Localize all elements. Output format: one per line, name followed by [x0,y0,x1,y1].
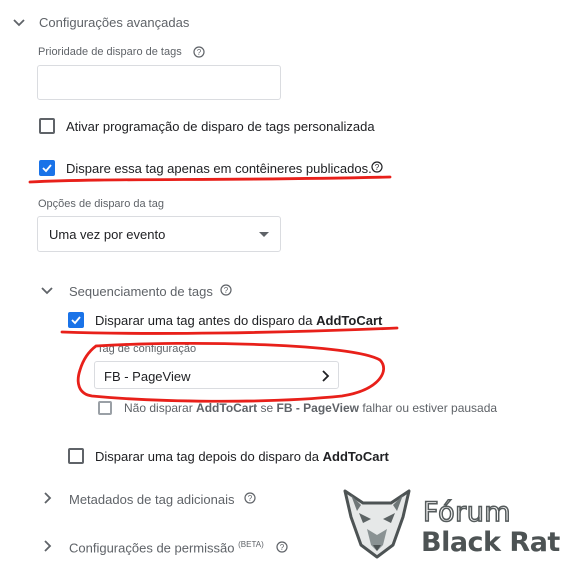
annotation-underline [60,326,399,335]
svg-text:?: ? [248,494,253,503]
help-icon[interactable]: ? [244,492,256,504]
dont-fire-text-3: falhar ou estiver pausada [358,401,498,415]
svg-text:?: ? [224,286,229,295]
rat-logo-icon [343,489,411,559]
dont-fire-setup: FB - PageView [276,401,359,415]
watermark-line-2: Black Rat [421,527,560,558]
chevron-down-icon[interactable] [12,16,26,30]
firing-options-select[interactable]: Uma vez por evento [37,216,281,252]
permission-settings-label: Configurações de permissão [69,540,235,556]
custom-schedule-label: Ativar programação de disparo de tags pe… [66,119,375,134]
svg-text:?: ? [375,163,380,172]
additional-metadata-title[interactable]: Metadados de tag adicionais [69,492,235,507]
dropdown-arrow-icon [259,232,269,237]
dont-fire-text-2: se [257,401,277,415]
priority-input[interactable] [37,65,281,100]
help-icon[interactable]: ? [220,284,232,296]
chevron-right-icon[interactable] [41,491,55,505]
chevron-down-icon[interactable] [40,284,54,298]
annotation-underline [28,175,392,184]
firing-option-selected: Uma vez por evento [49,227,166,242]
watermark-line-1: Fórum [422,496,512,529]
fire-after-checkbox[interactable] [68,448,84,464]
chevron-right-icon[interactable] [41,539,55,553]
tag-sequencing-title[interactable]: Sequenciamento de tags [69,284,213,299]
fire-after-prefix: Disparar uma tag depois do disparo da [95,449,323,464]
help-icon[interactable]: ? [371,161,383,173]
annotation-circle [76,341,386,403]
firing-options-label: Opções de disparo da tag [38,198,164,210]
fire-after-label: Disparar uma tag depois do disparo da Ad… [95,449,389,464]
dont-fire-label: Não disparar AddToCart se FB - PageView … [124,401,497,415]
advanced-settings-title[interactable]: Configurações avançadas [39,15,189,30]
svg-text:?: ? [280,543,285,552]
fire-after-tag: AddToCart [322,449,389,464]
beta-badge: (BETA) [238,540,264,549]
priority-label: Prioridade de disparo de tags [38,46,182,58]
custom-schedule-checkbox[interactable] [39,118,55,134]
svg-text:?: ? [197,48,202,57]
permission-settings-title[interactable]: Configurações de permissão (BETA) [69,540,264,555]
help-icon[interactable]: ? [193,46,205,58]
dont-fire-tag: AddToCart [196,401,258,415]
help-icon[interactable]: ? [276,541,288,553]
dont-fire-text-1: Não disparar [124,401,197,415]
dont-fire-checkbox[interactable] [98,401,112,415]
